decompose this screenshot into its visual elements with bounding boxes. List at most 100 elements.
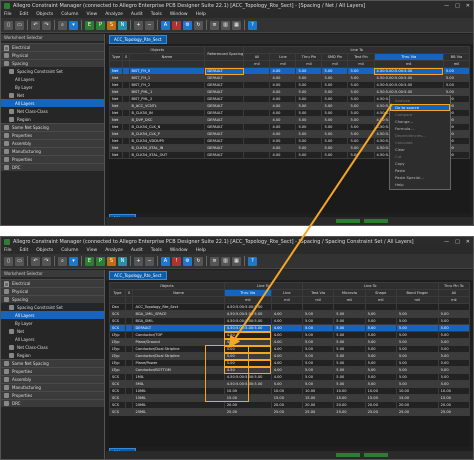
cell-type[interactable]: Net bbox=[109, 74, 123, 82]
tree-item[interactable]: Spacing Constraint Set bbox=[1, 67, 104, 75]
cell-micro[interactable]: 5.00 bbox=[333, 317, 366, 325]
menu-help[interactable]: Help bbox=[196, 12, 206, 17]
cell-type[interactable]: Net bbox=[109, 144, 123, 152]
sort-icon[interactable]: ≡ bbox=[210, 256, 219, 266]
cell-type[interactable]: SCS bbox=[109, 408, 126, 416]
columns-icon[interactable]: ▥ bbox=[221, 20, 230, 30]
cell-test[interactable]: 5.00 bbox=[301, 373, 335, 381]
context-menu-item[interactable]: Compare bbox=[390, 111, 450, 118]
cell-s[interactable] bbox=[124, 408, 134, 416]
cell-line[interactable]: 4.00 bbox=[270, 338, 304, 346]
cell-all[interactable] bbox=[437, 303, 470, 311]
settings-icon[interactable]: ⚙ bbox=[183, 256, 192, 266]
help-icon[interactable]: ? bbox=[248, 256, 257, 266]
cell-smd[interactable]: 5.00 bbox=[321, 88, 349, 96]
cell-all[interactable]: 5.00 bbox=[437, 338, 470, 346]
cell-via[interactable]: 4.50:5.00:5.00:5.00 bbox=[223, 317, 272, 325]
cell-bond[interactable] bbox=[395, 303, 439, 311]
cell-all[interactable] bbox=[243, 123, 271, 131]
cell-micro[interactable]: 5.00 bbox=[333, 345, 366, 353]
cell-all[interactable] bbox=[243, 116, 271, 124]
context-menu-item[interactable]: Paste Special... bbox=[390, 174, 450, 181]
cell-s[interactable] bbox=[124, 338, 134, 346]
help-icon[interactable]: ? bbox=[248, 20, 257, 30]
cell-test[interactable]: 5.00 bbox=[301, 352, 335, 360]
cell-via[interactable]: 15.00 bbox=[223, 394, 272, 402]
cell-bond[interactable]: 5.00 bbox=[395, 352, 439, 360]
redo-icon[interactable]: ↷ bbox=[42, 256, 51, 266]
cell-type[interactable]: LTyp bbox=[109, 366, 126, 374]
cell-all[interactable]: 5.00 bbox=[437, 373, 470, 381]
menu-view[interactable]: View bbox=[87, 12, 98, 17]
cell-smd[interactable]: 5.00 bbox=[321, 137, 349, 145]
cell-type[interactable]: Net bbox=[109, 123, 123, 131]
cell-name[interactable]: 10MIL bbox=[132, 387, 225, 395]
cell-s[interactable] bbox=[124, 394, 134, 402]
collapse-icon[interactable]: − bbox=[145, 20, 154, 30]
cell-line[interactable]: 4.00 bbox=[269, 144, 297, 152]
cell-bond[interactable]: 5.00 bbox=[395, 338, 439, 346]
cell-smd[interactable]: 5.00 bbox=[321, 67, 349, 75]
tree-item[interactable]: By Layer bbox=[1, 46, 104, 91]
menu-help[interactable]: Help bbox=[196, 248, 206, 253]
cell-shape[interactable]: 5.00 bbox=[364, 317, 397, 325]
cell-micro[interactable]: 5.00 bbox=[333, 338, 366, 346]
expand-icon[interactable]: + bbox=[134, 20, 143, 30]
cell-test[interactable]: 5.00 bbox=[301, 366, 335, 374]
menu-audit[interactable]: Audit bbox=[131, 248, 143, 253]
cell-thru[interactable]: 5.00 bbox=[295, 81, 323, 89]
cell-cset[interactable]: DEFAULT bbox=[204, 130, 245, 138]
open-icon[interactable]: ▯ bbox=[4, 20, 13, 30]
electrical-icon[interactable]: E bbox=[85, 256, 94, 266]
cell-s[interactable] bbox=[124, 331, 134, 339]
cell-smd[interactable]: 5.00 bbox=[321, 123, 349, 131]
context-menu-item[interactable]: Go to source bbox=[390, 104, 450, 111]
menu-tools[interactable]: Tools bbox=[151, 12, 162, 17]
cell-name[interactable]: B_CLK50_IN bbox=[128, 109, 206, 117]
col-header[interactable]: Test Via bbox=[301, 289, 335, 297]
cell-line[interactable]: 15.00 bbox=[270, 394, 304, 402]
cell-line[interactable]: 4.00 bbox=[269, 137, 297, 145]
table-row[interactable]: Net BIST_FH_1 DEFAULT 4.00 5.00 5.00 5.00 4.50:… bbox=[109, 74, 470, 82]
cell-cset[interactable]: DEFAULT bbox=[204, 102, 245, 110]
grid-icon[interactable]: ▦ bbox=[232, 20, 241, 30]
cell-s[interactable] bbox=[124, 380, 134, 388]
cell-line[interactable]: 4.00 bbox=[270, 352, 304, 360]
tree-item[interactable]: Spacing bbox=[1, 295, 104, 303]
cell-bond[interactable]: 5.00 bbox=[395, 324, 439, 332]
col-header[interactable]: SMD Pin bbox=[321, 53, 349, 61]
cell-all[interactable]: 5.00 bbox=[437, 331, 470, 339]
context-menu-item[interactable]: Analyze bbox=[390, 97, 450, 104]
cell-name[interactable]: B_CLK54_VDDUP5 bbox=[128, 137, 206, 145]
table-row[interactable]: LTyp Conductor/Dual Stripline 5.00 4.00 5.00… bbox=[109, 352, 470, 360]
tree-item[interactable]: Region bbox=[1, 351, 104, 359]
samenet-icon[interactable]: N bbox=[118, 256, 127, 266]
tree-item[interactable]: All Layers bbox=[1, 282, 104, 343]
cell-via[interactable]: 20.00 bbox=[223, 401, 272, 409]
cell-via[interactable]: 4.50:5.00:5.00:5.00 bbox=[223, 373, 272, 381]
save-icon[interactable]: ▭ bbox=[15, 20, 24, 30]
cell-test[interactable]: 5.00 bbox=[347, 144, 375, 152]
maximize-icon[interactable]: □ bbox=[455, 239, 460, 245]
table-row[interactable]: SCS 25MIL 25.00 25.00 25.00 25.00 25.00 25.00 25… bbox=[109, 408, 470, 416]
cell-thru[interactable]: 5.00 bbox=[295, 123, 323, 131]
tree-item[interactable]: Region bbox=[1, 115, 104, 123]
cell-type[interactable]: LTyp bbox=[109, 359, 126, 367]
undo-icon[interactable]: ↶ bbox=[31, 256, 40, 266]
cell-smd[interactable]: 5.00 bbox=[321, 144, 349, 152]
s-header[interactable]: S bbox=[124, 289, 134, 297]
table-row[interactable]: SCS BGA_SMIL 4.50:5.00:5.00:5.00 4.00 5.00 5.… bbox=[109, 317, 470, 325]
cell-via[interactable]: 25.00 bbox=[223, 408, 272, 416]
cell-s[interactable] bbox=[124, 387, 134, 395]
menu-objects[interactable]: Objects bbox=[36, 12, 53, 17]
filter-icon[interactable]: ▾ bbox=[69, 256, 78, 266]
cell-all[interactable]: 20.00 bbox=[437, 401, 470, 409]
cell-smd[interactable]: 5.00 bbox=[321, 130, 349, 138]
table-row[interactable]: SCS 15MIL 15.00 15.00 15.00 15.00 15.00 15.00 15… bbox=[109, 394, 470, 402]
menu-column[interactable]: Column bbox=[61, 12, 78, 17]
cell-all[interactable]: 25.00 bbox=[437, 408, 470, 416]
cell-all[interactable] bbox=[243, 109, 271, 117]
cell-all[interactable]: 15.00 bbox=[437, 394, 470, 402]
cell-s[interactable] bbox=[124, 303, 134, 311]
cell-name[interactable]: B_DVP_DSC bbox=[128, 116, 206, 124]
